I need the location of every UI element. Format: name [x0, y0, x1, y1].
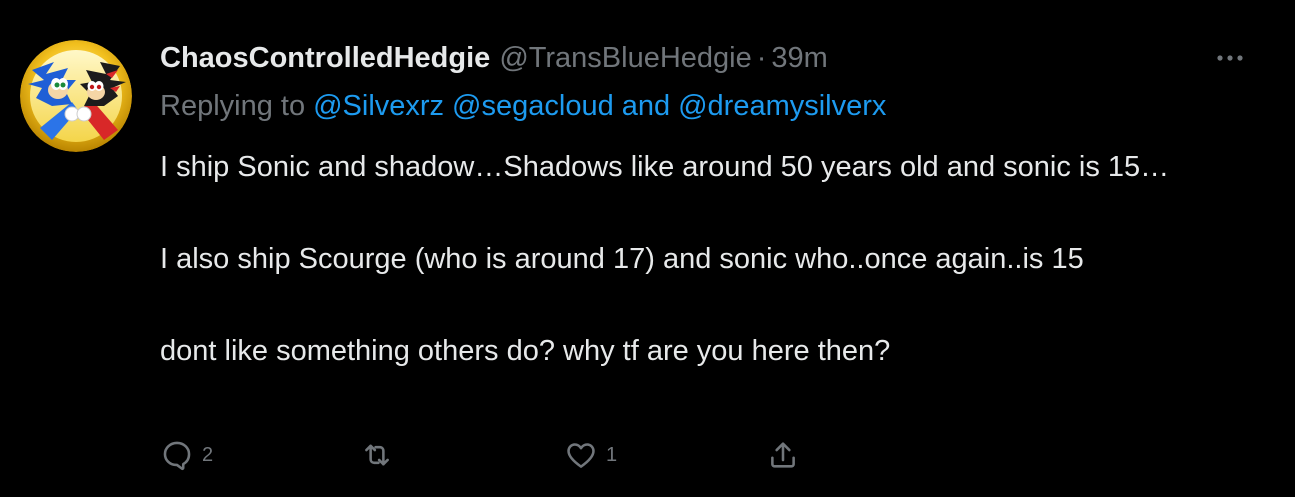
tweet[interactable]: ChaosControlledHedgie @TransBlueHedgie ·…	[0, 0, 1295, 497]
tweet-text: I ship Sonic and shadow…Shadows like aro…	[160, 144, 1260, 374]
mention-segacloud[interactable]: @segacloud	[452, 90, 614, 123]
mention-dreamysilverx[interactable]: @dreamysilverx	[678, 90, 886, 123]
sonic-shadow-avatar-image	[20, 40, 132, 152]
avatar[interactable]	[20, 40, 132, 152]
tweet-paragraph: I ship Sonic and shadow…Shadows like aro…	[160, 151, 1170, 183]
timestamp[interactable]: 39m	[771, 42, 827, 75]
share-button[interactable]	[766, 436, 800, 474]
tweet-header: ChaosControlledHedgie @TransBlueHedgie ·…	[160, 38, 828, 78]
reply-icon	[163, 441, 191, 471]
action-bar: 2 1	[160, 436, 1240, 474]
like-count: 1	[606, 443, 618, 466]
replying-prefix: Replying to	[160, 89, 306, 122]
share-icon	[771, 442, 795, 468]
replying-conjunction[interactable]: and	[622, 90, 670, 123]
header-separator: ·	[756, 41, 767, 74]
display-name[interactable]: ChaosControlledHedgie	[160, 42, 490, 75]
heart-icon	[567, 443, 595, 468]
tweet-paragraph: dont like something others do? why tf ar…	[160, 335, 891, 367]
more-dots-icon[interactable]	[1212, 44, 1248, 72]
reply-count: 2	[202, 443, 214, 466]
retweet-icon	[365, 444, 389, 466]
like-button[interactable]: 1	[564, 436, 617, 474]
user-handle[interactable]: @TransBlueHedgie	[499, 42, 751, 75]
mention-silvexrz[interactable]: @Silvexrz	[313, 90, 444, 123]
retweet-button[interactable]	[360, 436, 402, 474]
reply-button[interactable]: 2	[160, 436, 213, 474]
replying-to-line: Replying to @Silvexrz @segacloud and @dr…	[160, 86, 886, 126]
tweet-paragraph: I also ship Scourge (who is around 17) a…	[160, 243, 1084, 275]
